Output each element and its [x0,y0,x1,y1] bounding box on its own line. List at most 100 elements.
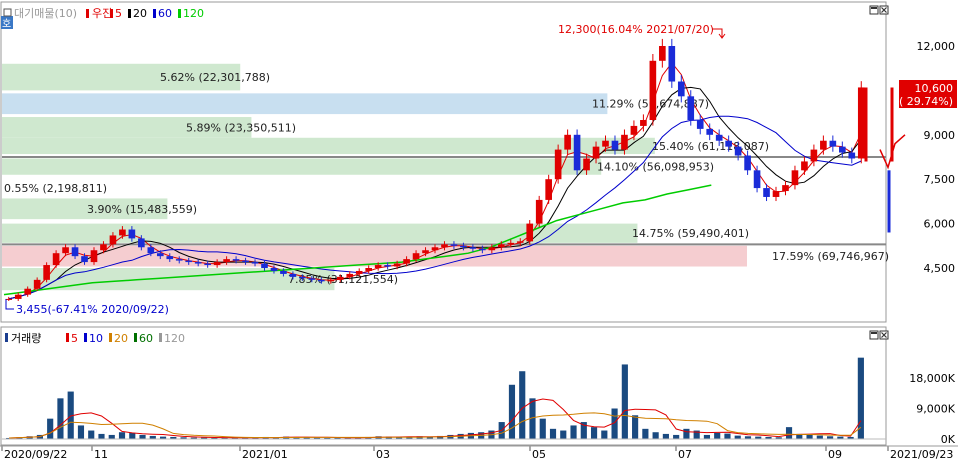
volume-profile-label: 0.55% (2,198,811) [4,182,107,195]
x-axis: 2020/09/22 11 2021/01 03 05 07 09 2021/09/23 [0,445,958,460]
ma-label: 120 [183,7,204,20]
volume-profile-label: 17.59% (69,746,967) [772,250,889,263]
volume-swatch [5,333,8,342]
candle-body [857,87,865,159]
candle-body [261,263,268,268]
volume-bar [857,357,864,439]
x-label: 2021/01 [242,448,288,460]
candle-body [715,134,723,141]
candle-body [109,235,117,245]
price-tick: 7,500 [924,173,956,186]
volume-profile-bar [2,158,602,175]
price-tick: 12,000 [917,40,956,53]
candle-body [848,152,856,159]
x-label: 2021/09/23 [890,448,953,460]
x-label: 05 [532,448,546,460]
candle-body [336,276,344,280]
candle-body [355,270,363,274]
candle-body [251,262,259,264]
candle-body [431,247,439,251]
candle-body [516,241,524,243]
volume-profile-label: 5.89% (23,350,511) [186,121,296,134]
ma-label: 20 [133,7,147,20]
volume-bar [601,430,608,439]
volume-bar [98,433,105,439]
volume-bar [57,398,64,439]
volume-ma-label: 20 [114,332,128,345]
candle-body [630,125,638,135]
candle-body [554,149,562,180]
volume-ma-swatch [66,333,69,342]
candle-body [611,140,619,150]
volume-profile-label: 14.10% (56,098,953) [597,161,714,174]
candle-body [33,279,41,289]
candle-body [270,268,278,271]
volume-bar [632,415,639,439]
candle-body [507,242,515,245]
volume-bar [590,427,598,439]
candle-body [602,140,609,147]
candle-body [640,120,647,126]
volume-tick: 0K [941,433,956,446]
corner-label[interactable]: 호 [2,18,11,30]
volume-bar [724,433,731,439]
volume-ma-swatch [84,333,87,342]
volume-ma-label: 5 [71,332,78,345]
candle-body [422,250,429,254]
candle-body [668,46,676,82]
ma-label: 5 [115,7,122,20]
ma-swatch [110,9,113,18]
stock-name: 우진 [92,7,112,20]
volume-bar [816,435,823,439]
candle-body [479,248,486,251]
candle-body [299,276,306,279]
volume-bar [77,425,85,439]
volume-bar [570,425,577,439]
ma-swatch [178,9,181,18]
volume-bar [673,434,680,439]
candle-body [441,244,448,248]
current-price: 10,600 [915,82,954,95]
candle-body [772,191,780,197]
candle-body [810,149,818,162]
volume-bar [88,430,95,439]
volume-bar [806,434,813,439]
candle-body [526,223,534,242]
volume-title: 거래량 [11,332,41,345]
volume-bar [539,418,546,439]
candle-body [488,247,496,251]
candle-body [374,265,382,268]
candle-body [753,170,761,189]
volume-tick: 9,000K [916,403,955,416]
candle-body [204,263,211,266]
candle-body [185,260,193,263]
candle-body [791,170,799,186]
volume-bar [714,432,721,439]
volume-bar [703,434,711,439]
volume-bar [662,433,669,439]
ma-label: 60 [158,7,172,20]
x-label: 2020/09/22 [4,448,67,460]
candle-body [393,263,401,267]
volume-tick: 18,000K [909,372,955,385]
volume-bar [129,432,136,439]
price-y-axis: 12,00010,5009,0007,5006,0004,500 [917,40,956,275]
volume-bar [47,418,54,439]
candle-body [734,146,742,156]
volume-profile-label: 5.62% (22,301,788) [160,71,270,84]
candle-body [52,253,60,266]
x-label: 03 [376,448,390,460]
legend-checkbox[interactable] [3,8,12,17]
candle-body [147,247,155,254]
volume-ma-label: 60 [139,332,153,345]
volume-profile-label: 14.75% (59,490,401) [632,227,749,240]
candle-body [469,247,477,249]
volume-profile-label: 15.40% (61,118,087) [652,140,769,153]
candle-body [820,140,827,150]
candle-body [71,247,79,257]
candle-body [62,247,69,254]
candle-body [621,134,628,150]
volume-bar [549,428,557,439]
candle-body [194,262,202,264]
candle-body [677,81,685,97]
